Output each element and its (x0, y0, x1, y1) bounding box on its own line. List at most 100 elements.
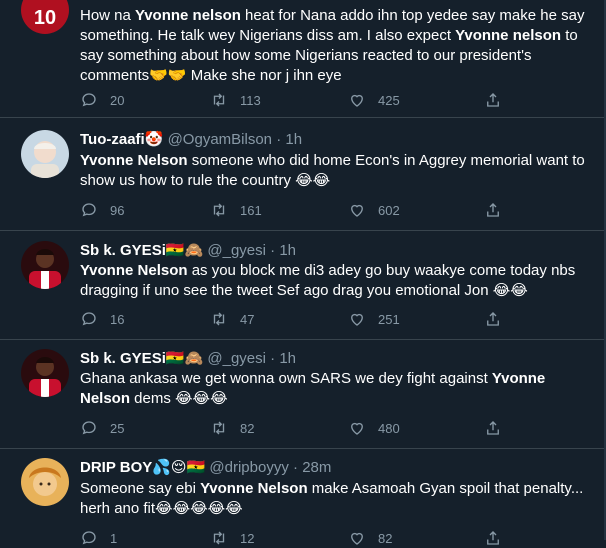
reply-count: 20 (110, 92, 125, 108)
share-icon (487, 421, 499, 435)
text-segment: Ghana ankasa we get wonna own SARS we de… (80, 370, 492, 387)
like-count: 425 (378, 92, 400, 108)
like-icon (351, 313, 363, 326)
reply-button[interactable]: 20 (80, 90, 124, 110)
retweet-count: 12 (240, 530, 255, 546)
timestamp[interactable]: 1h (285, 131, 302, 148)
retweet-count: 161 (240, 202, 262, 218)
reply-button[interactable]: 25 (80, 418, 124, 438)
tweet[interactable]: DRIP BOY💦😌🇬🇭 @dripboyyy · 28m Someone sa… (0, 449, 606, 546)
share-button[interactable] (484, 418, 502, 438)
retweet-count: 113 (240, 92, 261, 108)
reply-count: 16 (110, 311, 125, 327)
like-button[interactable]: 251 (348, 309, 400, 329)
like-icon (351, 204, 363, 217)
reply-icon (82, 421, 96, 435)
tweet-header: Sb k. GYESi🇬🇭🙈 @_gyesi · 1h (80, 241, 296, 261)
like-count: 480 (378, 420, 400, 436)
username[interactable]: @_gyesi (207, 242, 266, 259)
reply-count: 25 (110, 420, 125, 436)
retweet-button[interactable]: 113 (210, 90, 261, 110)
avatar[interactable] (21, 458, 69, 506)
share-button[interactable] (484, 528, 502, 548)
tweet-text: How na Yvonne nelson heat for Nana addo … (80, 6, 592, 86)
tweet[interactable]: Tuo-zaafi🤡 @OgyamBilson · 1h Yvonne Nels… (0, 118, 606, 231)
retweet-icon (213, 203, 225, 217)
avatar-image (21, 349, 69, 397)
tweet-actions: 16 47 251 (80, 309, 500, 329)
share-icon (487, 531, 499, 545)
retweet-icon (213, 312, 225, 326)
tweet[interactable]: 10 How na Yvonne nelson heat for Nana ad… (0, 0, 606, 118)
mention-text: Yvonne Nelson (80, 262, 188, 279)
display-name[interactable]: Sb k. GYESi🇬🇭🙈 (80, 242, 203, 259)
avatar[interactable] (21, 349, 69, 397)
share-button[interactable] (484, 200, 502, 220)
share-button[interactable] (484, 90, 502, 110)
like-button[interactable]: 82 (348, 528, 392, 548)
share-icon (487, 203, 499, 217)
reply-count: 1 (110, 530, 118, 546)
retweet-icon (213, 421, 225, 435)
avatar[interactable] (21, 241, 69, 289)
separator: · (293, 459, 299, 476)
username[interactable]: @dripboyyy (209, 459, 288, 476)
retweet-count: 47 (240, 311, 255, 327)
reply-icon (82, 93, 96, 107)
share-button[interactable] (484, 309, 502, 329)
timestamp[interactable]: 1h (279, 242, 296, 259)
like-count: 82 (378, 530, 393, 546)
text-segment: Someone say ebi (80, 480, 201, 497)
like-icon (351, 94, 363, 107)
like-icon (351, 532, 363, 545)
like-count: 251 (378, 311, 400, 327)
mention-text: Yvonne nelson (455, 27, 562, 44)
tweet[interactable]: Sb k. GYESi🇬🇭🙈 @_gyesi · 1h Ghana ankasa… (0, 340, 606, 449)
like-icon (351, 422, 363, 435)
display-name[interactable]: Sb k. GYESi🇬🇭🙈 (80, 350, 203, 367)
retweet-button[interactable]: 161 (210, 200, 262, 220)
retweet-icon (213, 93, 225, 107)
username[interactable]: @_gyesi (207, 350, 266, 367)
display-name[interactable]: DRIP BOY💦😌🇬🇭 (80, 459, 205, 476)
jersey-number: 10 (34, 7, 56, 29)
text-segment: How na (80, 7, 136, 24)
avatar-image (21, 241, 69, 289)
tweet-header: Sb k. GYESi🇬🇭🙈 @_gyesi · 1h (80, 349, 296, 369)
avatar[interactable]: 10 (21, 0, 69, 34)
tweet-actions: 20 113 425 (80, 90, 500, 110)
reply-button[interactable]: 1 (80, 528, 117, 548)
timestamp[interactable]: 28m (302, 459, 331, 476)
mention-text: Yvonne Nelson (200, 480, 308, 497)
separator: · (270, 242, 276, 259)
tweet[interactable]: Sb k. GYESi🇬🇭🙈 @_gyesi · 1h Yvonne Nelso… (0, 231, 606, 340)
timeline: 10 How na Yvonne nelson heat for Nana ad… (0, 0, 606, 546)
reply-button[interactable]: 16 (80, 309, 124, 329)
tweet-text: Yvonne Nelson as you block me di3 adey g… (80, 261, 592, 301)
tweet-header: DRIP BOY💦😌🇬🇭 @dripboyyy · 28m (80, 458, 331, 478)
tweet-actions: 1 12 82 (80, 528, 500, 548)
jersey-avatar-image: 10 (21, 0, 69, 34)
reply-button[interactable]: 96 (80, 200, 124, 220)
separator: · (270, 350, 276, 367)
like-button[interactable]: 480 (348, 418, 400, 438)
mention-text: Yvonne nelson (135, 7, 241, 24)
avatar[interactable] (21, 130, 69, 178)
retweet-button[interactable]: 12 (210, 528, 254, 548)
retweet-button[interactable]: 82 (210, 418, 254, 438)
tweet-actions: 25 82 480 (80, 418, 500, 438)
retweet-count: 82 (240, 420, 255, 436)
reply-icon (82, 312, 96, 326)
like-count: 602 (378, 202, 400, 218)
tweet-actions: 96 161 602 (80, 200, 500, 220)
like-button[interactable]: 425 (348, 90, 400, 110)
username[interactable]: @OgyamBilson (168, 131, 272, 148)
share-icon (487, 312, 499, 326)
display-name[interactable]: Tuo-zaafi🤡 (80, 131, 163, 148)
tweet-header: Tuo-zaafi🤡 @OgyamBilson · 1h (80, 130, 302, 150)
retweet-button[interactable]: 47 (210, 309, 254, 329)
tweet-text: Someone say ebi Yvonne Nelson make Asamo… (80, 479, 592, 519)
like-button[interactable]: 602 (348, 200, 400, 220)
timestamp[interactable]: 1h (279, 350, 296, 367)
tweet-text: Yvonne Nelson someone who did home Econ'… (80, 151, 592, 191)
